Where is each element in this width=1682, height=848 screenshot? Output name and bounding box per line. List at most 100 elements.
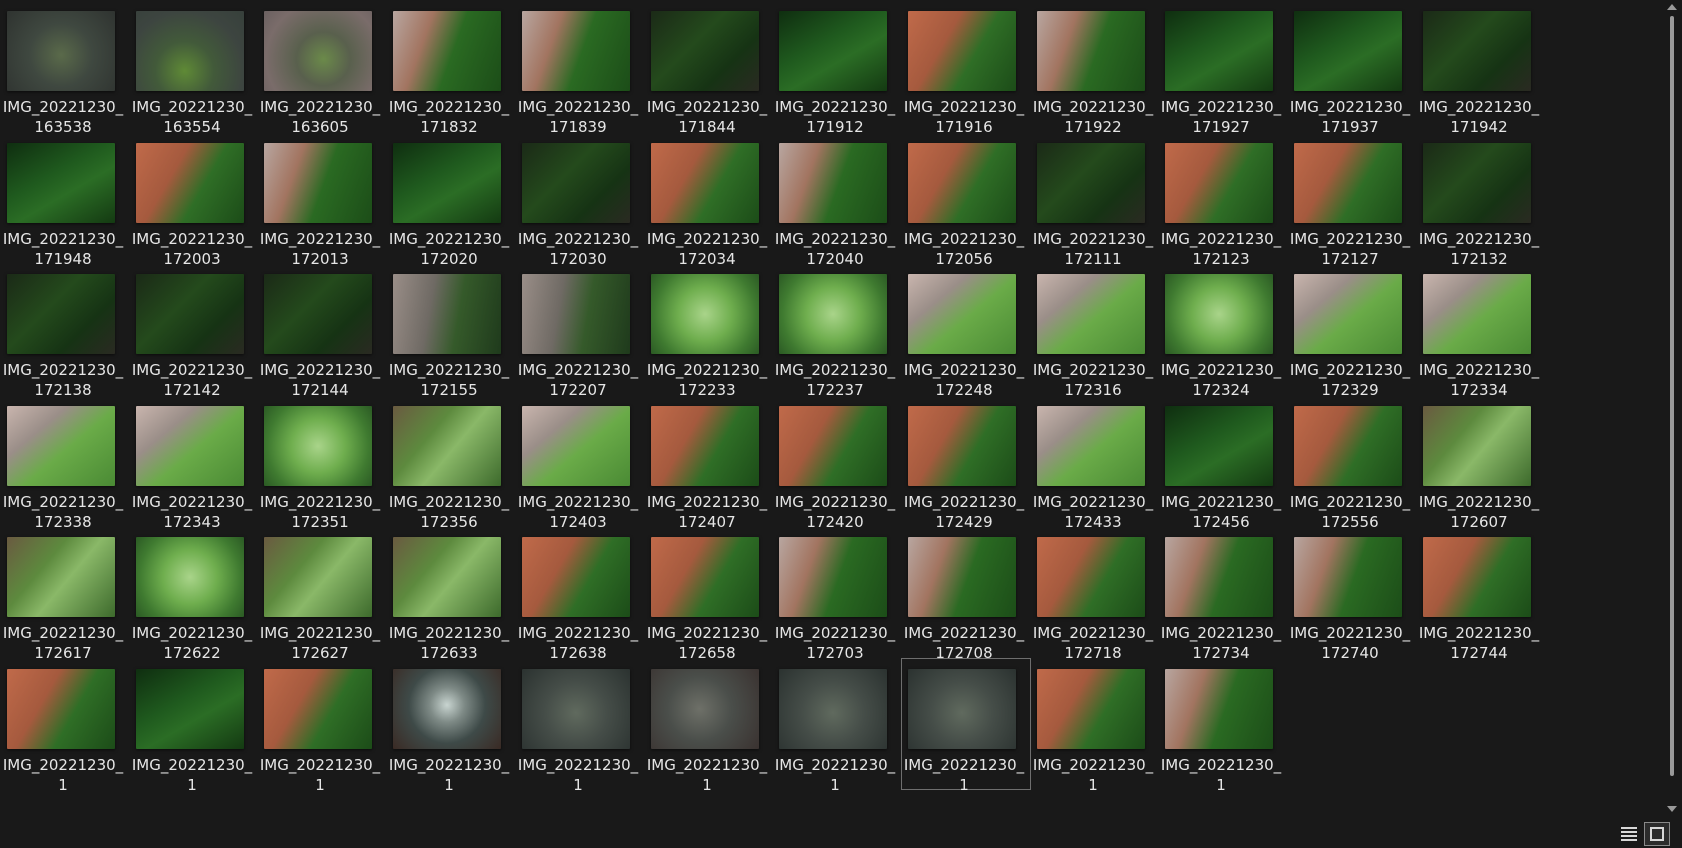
file-name-label: IMG_20221230_171844 <box>646 98 768 136</box>
file-thumbnail-item[interactable]: IMG_20221230_172013 <box>257 132 387 268</box>
file-thumbnail-item[interactable]: IMG_20221230_1 <box>772 658 902 794</box>
file-thumbnail-item[interactable]: IMG_20221230_172343 <box>129 395 259 531</box>
file-thumbnail-item[interactable]: IMG_20221230_172622 <box>129 526 259 662</box>
file-thumbnail-item[interactable]: IMG_20221230_172633 <box>386 526 516 662</box>
file-thumbnail-item[interactable]: IMG_20221230_172338 <box>0 395 130 531</box>
file-name-label: IMG_20221230_1 <box>903 756 1025 794</box>
file-thumbnail-item[interactable]: IMG_20221230_172207 <box>515 263 645 399</box>
file-thumbnail-item[interactable]: IMG_20221230_1 <box>0 658 130 794</box>
file-thumbnail-item[interactable]: IMG_20221230_171937 <box>1287 0 1417 136</box>
file-thumbnail-item[interactable]: IMG_20221230_172356 <box>386 395 516 531</box>
file-thumbnail-item[interactable]: IMG_20221230_172718 <box>1030 526 1160 662</box>
file-thumbnail-item[interactable]: IMG_20221230_171922 <box>1030 0 1160 136</box>
file-name-label: IMG_20221230_1 <box>1160 756 1282 794</box>
image-thumbnail <box>779 143 887 223</box>
details-view-button[interactable] <box>1616 822 1642 846</box>
file-thumbnail-item[interactable]: IMG_20221230_171912 <box>772 0 902 136</box>
file-thumbnail-item[interactable]: IMG_20221230_1 <box>644 658 774 794</box>
image-thumbnail <box>651 537 759 617</box>
file-thumbnail-item[interactable]: IMG_20221230_172040 <box>772 132 902 268</box>
file-thumbnail-item[interactable]: IMG_20221230_172627 <box>257 526 387 662</box>
file-thumbnail-item[interactable]: IMG_20221230_171942 <box>1416 0 1546 136</box>
file-thumbnail-item[interactable]: IMG_20221230_172433 <box>1030 395 1160 531</box>
image-thumbnail <box>136 143 244 223</box>
file-thumbnail-item[interactable]: IMG_20221230_1 <box>515 658 645 794</box>
large-icons-icon <box>1650 827 1664 841</box>
file-thumbnail-item[interactable]: IMG_20221230_172324 <box>1158 263 1288 399</box>
file-thumbnail-item[interactable]: IMG_20221230_172556 <box>1287 395 1417 531</box>
file-name-label: IMG_20221230_172744 <box>1418 624 1540 662</box>
file-thumbnail-item[interactable]: IMG_20221230_1 <box>1030 658 1160 794</box>
image-thumbnail <box>393 274 501 354</box>
file-thumbnail-item[interactable]: IMG_20221230_172111 <box>1030 132 1160 268</box>
image-thumbnail <box>393 669 501 749</box>
file-name-label: IMG_20221230_1 <box>774 756 896 794</box>
file-thumbnail-item[interactable]: IMG_20221230_172740 <box>1287 526 1417 662</box>
file-thumbnail-item[interactable]: IMG_20221230_172316 <box>1030 263 1160 399</box>
file-thumbnail-item[interactable]: IMG_20221230_172020 <box>386 132 516 268</box>
file-thumbnail-item[interactable]: IMG_20221230_171927 <box>1158 0 1288 136</box>
file-thumbnail-item[interactable]: IMG_20221230_163554 <box>129 0 259 136</box>
file-thumbnail-item[interactable]: IMG_20221230_172003 <box>129 132 259 268</box>
file-thumbnail-item[interactable]: IMG_20221230_172127 <box>1287 132 1417 268</box>
image-thumbnail <box>136 669 244 749</box>
file-name-label: IMG_20221230_163538 <box>2 98 124 136</box>
image-thumbnail <box>1037 669 1145 749</box>
file-thumbnail-item[interactable]: IMG_20221230_172420 <box>772 395 902 531</box>
file-thumbnail-item[interactable]: IMG_20221230_172456 <box>1158 395 1288 531</box>
file-thumbnail-item[interactable]: IMG_20221230_163605 <box>257 0 387 136</box>
file-thumbnail-item[interactable]: IMG_20221230_172638 <box>515 526 645 662</box>
file-thumbnail-item[interactable]: IMG_20221230_1 <box>1158 658 1288 794</box>
file-thumbnail-grid: IMG_20221230_163538 IMG_20221230_163554 IM… <box>0 0 1662 822</box>
file-thumbnail-item[interactable]: IMG_20221230_172703 <box>772 526 902 662</box>
file-thumbnail-item[interactable]: IMG_20221230_172123 <box>1158 132 1288 268</box>
image-thumbnail <box>1294 274 1402 354</box>
file-thumbnail-item[interactable]: IMG_20221230_172034 <box>644 132 774 268</box>
file-thumbnail-item[interactable]: IMG_20221230_172351 <box>257 395 387 531</box>
image-thumbnail <box>779 11 887 91</box>
file-name-label: IMG_20221230_172138 <box>2 361 124 399</box>
file-thumbnail-item[interactable]: IMG_20221230_172607 <box>1416 395 1546 531</box>
image-thumbnail <box>1423 11 1531 91</box>
file-thumbnail-item[interactable]: IMG_20221230_1 <box>901 658 1031 794</box>
image-thumbnail <box>651 406 759 486</box>
file-thumbnail-item[interactable]: IMG_20221230_172658 <box>644 526 774 662</box>
file-thumbnail-item[interactable]: IMG_20221230_163538 <box>0 0 130 136</box>
file-thumbnail-item[interactable]: IMG_20221230_172233 <box>644 263 774 399</box>
file-thumbnail-item[interactable]: IMG_20221230_172708 <box>901 526 1031 662</box>
file-thumbnail-item[interactable]: IMG_20221230_172248 <box>901 263 1031 399</box>
file-thumbnail-item[interactable]: IMG_20221230_172329 <box>1287 263 1417 399</box>
file-thumbnail-item[interactable]: IMG_20221230_172056 <box>901 132 1031 268</box>
file-thumbnail-item[interactable]: IMG_20221230_171832 <box>386 0 516 136</box>
file-thumbnail-item[interactable]: IMG_20221230_171948 <box>0 132 130 268</box>
file-thumbnail-item[interactable]: IMG_20221230_1 <box>129 658 259 794</box>
file-thumbnail-item[interactable]: IMG_20221230_172237 <box>772 263 902 399</box>
file-name-label: IMG_20221230_163554 <box>131 98 253 136</box>
file-name-label: IMG_20221230_171916 <box>903 98 1025 136</box>
file-thumbnail-item[interactable]: IMG_20221230_172138 <box>0 263 130 399</box>
file-thumbnail-item[interactable]: IMG_20221230_172030 <box>515 132 645 268</box>
scroll-down-arrow-icon[interactable] <box>1667 806 1677 812</box>
file-thumbnail-item[interactable]: IMG_20221230_1 <box>386 658 516 794</box>
file-thumbnail-item[interactable]: IMG_20221230_172734 <box>1158 526 1288 662</box>
file-thumbnail-item[interactable]: IMG_20221230_171839 <box>515 0 645 136</box>
file-thumbnail-item[interactable]: IMG_20221230_172144 <box>257 263 387 399</box>
image-thumbnail <box>264 143 372 223</box>
file-thumbnail-item[interactable]: IMG_20221230_172142 <box>129 263 259 399</box>
file-thumbnail-item[interactable]: IMG_20221230_172155 <box>386 263 516 399</box>
file-thumbnail-item[interactable]: IMG_20221230_172403 <box>515 395 645 531</box>
file-name-label: IMG_20221230_172718 <box>1032 624 1154 662</box>
vertical-scrollbar[interactable] <box>1662 0 1682 822</box>
file-thumbnail-item[interactable]: IMG_20221230_172132 <box>1416 132 1546 268</box>
large-icons-view-button[interactable] <box>1644 822 1670 846</box>
file-thumbnail-item[interactable]: IMG_20221230_172744 <box>1416 526 1546 662</box>
scrollbar-thumb[interactable] <box>1670 16 1674 776</box>
file-thumbnail-item[interactable]: IMG_20221230_171844 <box>644 0 774 136</box>
file-thumbnail-item[interactable]: IMG_20221230_1 <box>257 658 387 794</box>
file-thumbnail-item[interactable]: IMG_20221230_172334 <box>1416 263 1546 399</box>
file-thumbnail-item[interactable]: IMG_20221230_172617 <box>0 526 130 662</box>
scroll-up-arrow-icon[interactable] <box>1667 4 1677 10</box>
file-thumbnail-item[interactable]: IMG_20221230_171916 <box>901 0 1031 136</box>
file-thumbnail-item[interactable]: IMG_20221230_172429 <box>901 395 1031 531</box>
file-thumbnail-item[interactable]: IMG_20221230_172407 <box>644 395 774 531</box>
